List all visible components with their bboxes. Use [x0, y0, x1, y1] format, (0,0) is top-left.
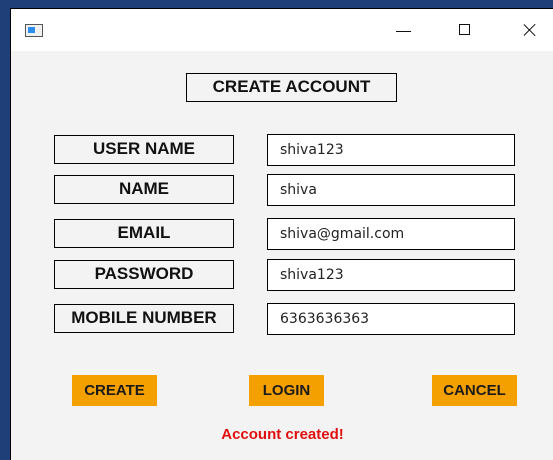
- maximize-icon: [459, 24, 470, 35]
- title-bar[interactable]: [11, 9, 553, 51]
- password-label: PASSWORD: [54, 260, 234, 289]
- username-label: USER NAME: [54, 135, 234, 164]
- minimize-button[interactable]: [381, 9, 427, 51]
- mobile-number-field[interactable]: 6363636363: [267, 303, 515, 335]
- minimize-icon: [396, 31, 411, 32]
- name-field[interactable]: shiva: [267, 174, 515, 206]
- close-button[interactable]: [508, 9, 553, 51]
- mobile-number-label: MOBILE NUMBER: [54, 304, 234, 333]
- close-icon: [523, 23, 537, 37]
- name-label: NAME: [54, 175, 234, 204]
- app-window-icon: [25, 24, 43, 37]
- page-title: CREATE ACCOUNT: [186, 73, 397, 102]
- app-window: CREATE ACCOUNT USER NAME shiva123 NAME s…: [10, 8, 553, 460]
- email-label: EMAIL: [54, 219, 234, 248]
- username-field[interactable]: shiva123: [267, 134, 515, 166]
- status-message: Account created!: [221, 426, 344, 443]
- email-field[interactable]: shiva@gmail.com: [267, 218, 515, 250]
- cancel-button[interactable]: CANCEL: [432, 375, 517, 406]
- login-button[interactable]: LOGIN: [249, 375, 324, 406]
- maximize-button[interactable]: [443, 9, 489, 51]
- password-field[interactable]: shiva123: [267, 259, 515, 291]
- create-button[interactable]: CREATE: [72, 375, 157, 406]
